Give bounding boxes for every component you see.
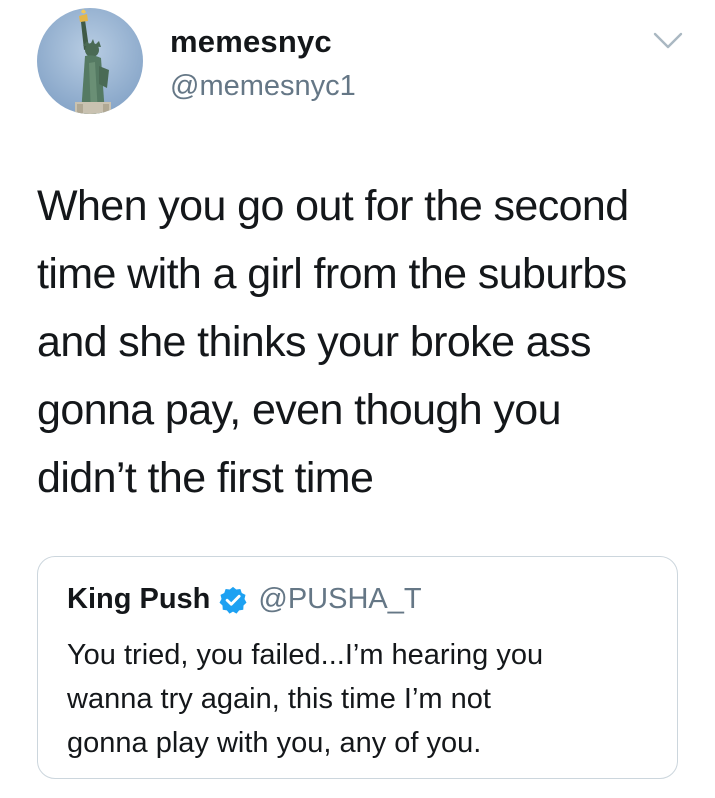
author-handle[interactable]: @memesnyc1	[170, 70, 356, 103]
tweet-card: memesnyc @memesnyc1 When you go out for …	[0, 0, 715, 798]
quoted-text-line: wanna try again, this time I’m not	[67, 683, 491, 715]
quoted-tweet[interactable]: King Push @PUSHA_T You tried, you failed…	[37, 556, 678, 779]
quoted-author-handle: @PUSHA_T	[258, 583, 422, 615]
tweet-text-line: time with a girl from the suburbs	[37, 250, 627, 298]
quoted-text-line: gonna play with you, any of you.	[67, 727, 482, 759]
tweet-text-line: didn’t the first time	[37, 454, 374, 502]
quoted-author-name: King Push	[67, 583, 211, 615]
verified-badge-icon	[219, 586, 247, 614]
chevron-down-icon[interactable]	[652, 30, 684, 52]
quoted-text-line: You tried, you failed...I’m hearing you	[67, 639, 544, 671]
quoted-tweet-text: You tried, you failed...I’m hearing you …	[67, 633, 667, 765]
tweet-text-line: When you go out for the second	[37, 182, 629, 230]
tweet-text: When you go out for the second time with…	[37, 172, 687, 512]
quoted-tweet-header: King Push @PUSHA_T	[67, 583, 422, 616]
tweet-text-line: and she thinks your broke ass	[37, 318, 591, 366]
statue-of-liberty-avatar-image	[37, 8, 143, 114]
tweet-text-line: gonna pay, even though you	[37, 386, 562, 434]
avatar[interactable]	[37, 8, 143, 114]
author-name[interactable]: memesnyc	[170, 24, 332, 60]
